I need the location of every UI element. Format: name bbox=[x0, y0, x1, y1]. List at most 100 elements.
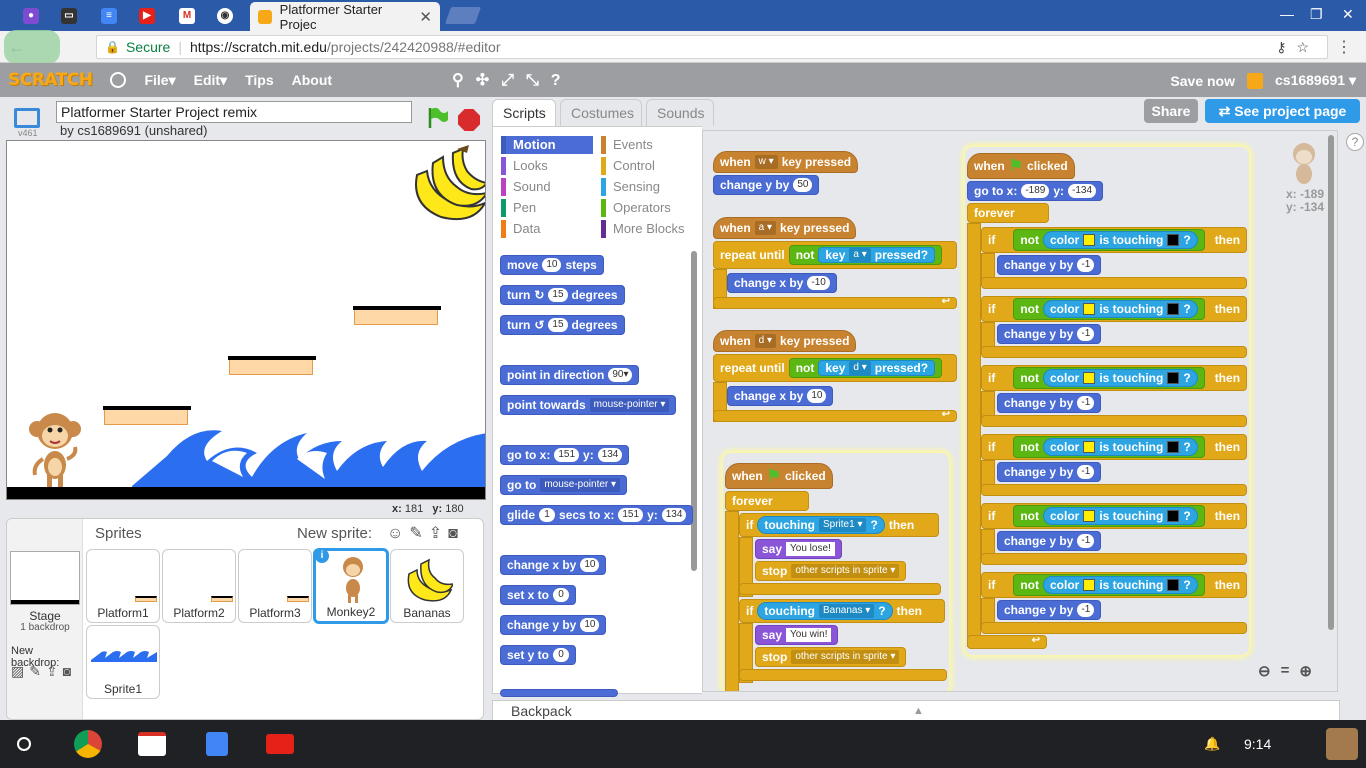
block-stop-other[interactable]: stop other scripts in sprite ▾ bbox=[755, 647, 907, 667]
close-tab-icon[interactable]: ✕ bbox=[419, 8, 432, 26]
category-looks[interactable]: Looks bbox=[501, 157, 593, 175]
sense-color-touching[interactable]: color is touching? bbox=[1043, 300, 1198, 318]
tab-favicon-docs[interactable]: ≡ bbox=[92, 4, 126, 28]
category-sensing[interactable]: Sensing bbox=[601, 178, 693, 196]
tab-favicon-2[interactable]: ▭ bbox=[52, 4, 86, 28]
backpack-expand-icon[interactable]: ▲ bbox=[913, 701, 924, 721]
launcher-icon[interactable] bbox=[17, 737, 31, 751]
tips-menu[interactable]: Tips bbox=[245, 72, 274, 88]
block-turn-right[interactable]: turn ↻ 15 degrees bbox=[500, 285, 625, 305]
hat-when-d-pressed[interactable]: when d ▾ key pressed bbox=[713, 330, 857, 352]
color-swatch-b[interactable] bbox=[1167, 303, 1180, 315]
category-events[interactable]: Events bbox=[601, 136, 693, 154]
color-swatch-a[interactable] bbox=[1083, 303, 1096, 315]
close-window-icon[interactable]: ✕ bbox=[1342, 6, 1354, 23]
color-swatch-a[interactable] bbox=[1083, 441, 1096, 453]
color-swatch-b[interactable] bbox=[1167, 372, 1180, 384]
block-change-y-neg1[interactable]: change y by -1 bbox=[997, 462, 1102, 482]
op-not[interactable]: not color is touching? bbox=[1013, 367, 1205, 389]
stop-sign-icon[interactable] bbox=[458, 109, 480, 131]
script-area[interactable]: when w ▾ key pressed change y by 50 when a ▾… bbox=[702, 130, 1338, 692]
omnibox-key-star-icons[interactable]: ⚷☆ bbox=[1276, 39, 1319, 56]
help-icon[interactable]: ? bbox=[1346, 133, 1364, 151]
sprite-card-monkey2[interactable]: i Monkey2 bbox=[313, 548, 389, 624]
block-change-x[interactable]: change x by 10 bbox=[500, 555, 607, 575]
chrome-app-icon[interactable] bbox=[74, 730, 102, 758]
category-more-blocks[interactable]: More Blocks bbox=[601, 220, 697, 238]
restore-icon[interactable]: ❐ bbox=[1310, 6, 1323, 23]
op-not[interactable]: not color is touching? bbox=[1013, 298, 1205, 320]
block-change-y-neg1[interactable]: change y by -1 bbox=[997, 531, 1102, 551]
block-if[interactable]: if not color is touching? then bbox=[981, 296, 1247, 322]
op-not[interactable]: not key a ▾ pressed? bbox=[788, 245, 943, 265]
hat-when-flag-clicked[interactable]: when ⚑ clicked bbox=[967, 153, 1075, 179]
block-move-steps[interactable]: move 10 steps bbox=[500, 255, 604, 275]
hat-when-a-pressed[interactable]: when a ▾ key pressed bbox=[713, 217, 857, 239]
sprite-card-platform2[interactable]: Platform2 bbox=[162, 549, 236, 623]
block-point-towards[interactable]: point towards mouse-pointer ▾ bbox=[500, 395, 677, 415]
block-goto-target[interactable]: go to mouse-pointer ▾ bbox=[500, 475, 628, 495]
green-flag-icon[interactable] bbox=[426, 106, 450, 130]
sprite-info-icon[interactable]: i bbox=[315, 549, 329, 563]
color-swatch-b[interactable] bbox=[1167, 510, 1180, 522]
sprite-card-platform1[interactable]: Platform1 bbox=[86, 549, 160, 623]
about-menu[interactable]: About bbox=[292, 72, 332, 88]
notification-icons[interactable]: 🔔 bbox=[1204, 736, 1232, 752]
block-if[interactable]: if not color is touching? then bbox=[981, 365, 1247, 391]
new-tab-button[interactable] bbox=[444, 7, 482, 24]
stage-thumbnail[interactable] bbox=[10, 551, 80, 605]
color-swatch-b[interactable] bbox=[1167, 441, 1180, 453]
color-swatch-b[interactable] bbox=[1167, 234, 1180, 246]
share-button[interactable]: Share bbox=[1144, 99, 1198, 123]
sense-color-touching[interactable]: color is touching? bbox=[1043, 507, 1198, 525]
category-sound[interactable]: Sound bbox=[501, 178, 593, 196]
category-data[interactable]: Data bbox=[501, 220, 593, 238]
color-swatch-b[interactable] bbox=[1167, 579, 1180, 591]
stage-canvas[interactable] bbox=[6, 140, 486, 500]
user-avatar[interactable] bbox=[1326, 728, 1358, 760]
block-change-x-neg10[interactable]: change x by -10 bbox=[727, 273, 837, 293]
block-glide[interactable]: glide 1 secs to x: 151 y: 134 bbox=[500, 505, 694, 525]
block-point-direction[interactable]: point in direction 90▾ bbox=[500, 365, 640, 385]
cursor-tools-icons[interactable]: ⚲✣⤢⤡? bbox=[452, 70, 573, 90]
op-not[interactable]: not key d ▾ pressed? bbox=[788, 358, 943, 378]
op-not[interactable]: not color is touching? bbox=[1013, 505, 1205, 527]
op-not[interactable]: not color is touching? bbox=[1013, 436, 1205, 458]
docs-app-icon[interactable] bbox=[206, 732, 228, 756]
block-turn-left[interactable]: turn ↺ 15 degrees bbox=[500, 315, 625, 335]
minimize-icon[interactable]: — bbox=[1280, 6, 1294, 22]
tab-favicon-youtube[interactable]: ▶ bbox=[130, 4, 164, 28]
block-set-y[interactable]: set y to 0 bbox=[500, 645, 577, 665]
my-stuff-folder-icon[interactable] bbox=[1247, 72, 1263, 89]
color-swatch-a[interactable] bbox=[1083, 579, 1096, 591]
clock[interactable]: 9:14 bbox=[1244, 736, 1271, 752]
tab-favicon-1[interactable]: ● bbox=[14, 4, 48, 28]
block-forever[interactable]: forever bbox=[725, 491, 809, 511]
hat-when-w-pressed[interactable]: when w ▾ key pressed bbox=[713, 151, 859, 173]
block-repeat-until-a[interactable]: repeat until not key a ▾ pressed? bbox=[713, 241, 957, 269]
save-now-button[interactable]: Save now bbox=[1170, 73, 1235, 89]
username-menu[interactable]: cs1689691 ▾ bbox=[1275, 72, 1356, 89]
block-if-touching-bananas[interactable]: if touching Bananas ▾? then bbox=[739, 599, 945, 623]
profile-avatar[interactable] bbox=[4, 30, 60, 64]
zoom-reset-icon[interactable]: = bbox=[1281, 662, 1290, 680]
project-title-input[interactable]: Platformer Starter Project remix bbox=[56, 101, 412, 123]
block-say-lose[interactable]: say You lose! bbox=[755, 539, 842, 559]
sense-color-touching[interactable]: color is touching? bbox=[1043, 576, 1198, 594]
block-forever[interactable]: forever bbox=[967, 203, 1049, 223]
tab-costumes[interactable]: Costumes bbox=[560, 99, 642, 126]
sense-color-touching[interactable]: color is touching? bbox=[1043, 438, 1198, 456]
block-goto-xy[interactable]: go to x: -189 y: -134 bbox=[967, 181, 1104, 201]
url-omnibox[interactable]: 🔒 Secure | https://scratch.mit.edu/proje… bbox=[96, 35, 1328, 59]
block-goto-xy[interactable]: go to x: 151 y: 134 bbox=[500, 445, 630, 465]
file-menu[interactable]: File▾ bbox=[144, 72, 175, 89]
block-change-y-neg1[interactable]: change y by -1 bbox=[997, 393, 1102, 413]
block-say-win[interactable]: say You win! bbox=[755, 625, 839, 645]
scratch-logo[interactable]: SCRATCH bbox=[8, 70, 93, 90]
color-swatch-a[interactable] bbox=[1083, 234, 1096, 246]
browser-menu-icon[interactable]: ⋮ bbox=[1336, 37, 1352, 57]
block-change-y-neg1[interactable]: change y by -1 bbox=[997, 255, 1102, 275]
zoom-in-icon[interactable]: ⊕ bbox=[1299, 662, 1312, 680]
block-change-y-50[interactable]: change y by 50 bbox=[713, 175, 820, 195]
sense-color-touching[interactable]: color is touching? bbox=[1043, 231, 1198, 249]
